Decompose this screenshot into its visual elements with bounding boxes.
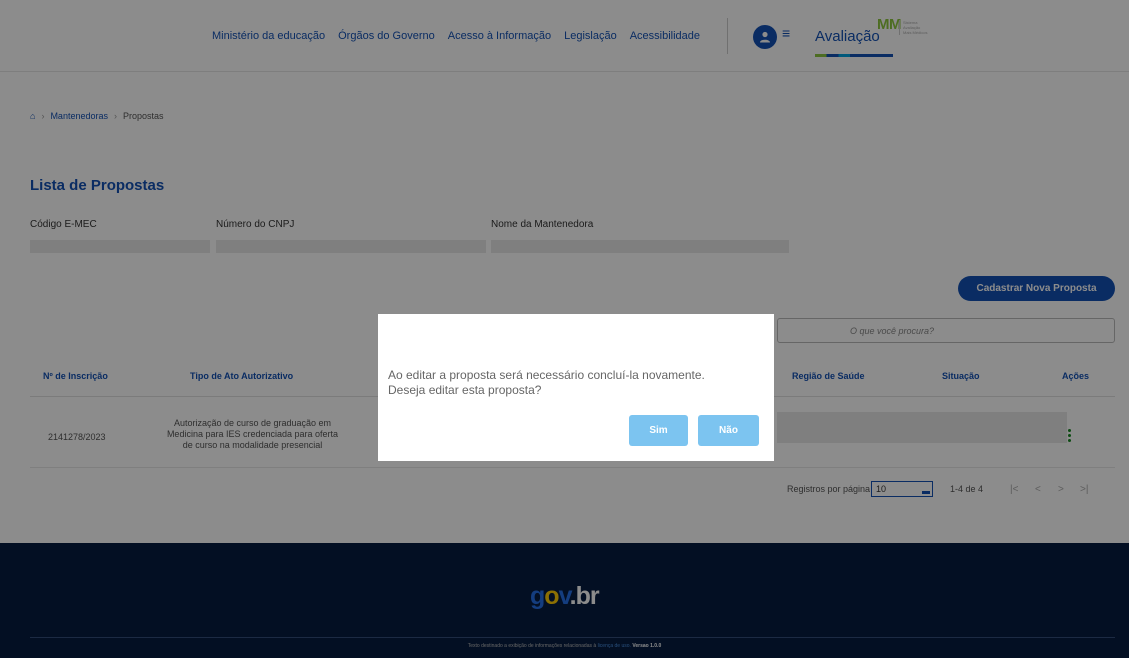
confirm-yes-button[interactable]: Sim xyxy=(629,415,688,446)
dialog-message: Ao editar a proposta será necessário con… xyxy=(388,368,705,397)
confirm-no-button[interactable]: Não xyxy=(698,415,759,446)
